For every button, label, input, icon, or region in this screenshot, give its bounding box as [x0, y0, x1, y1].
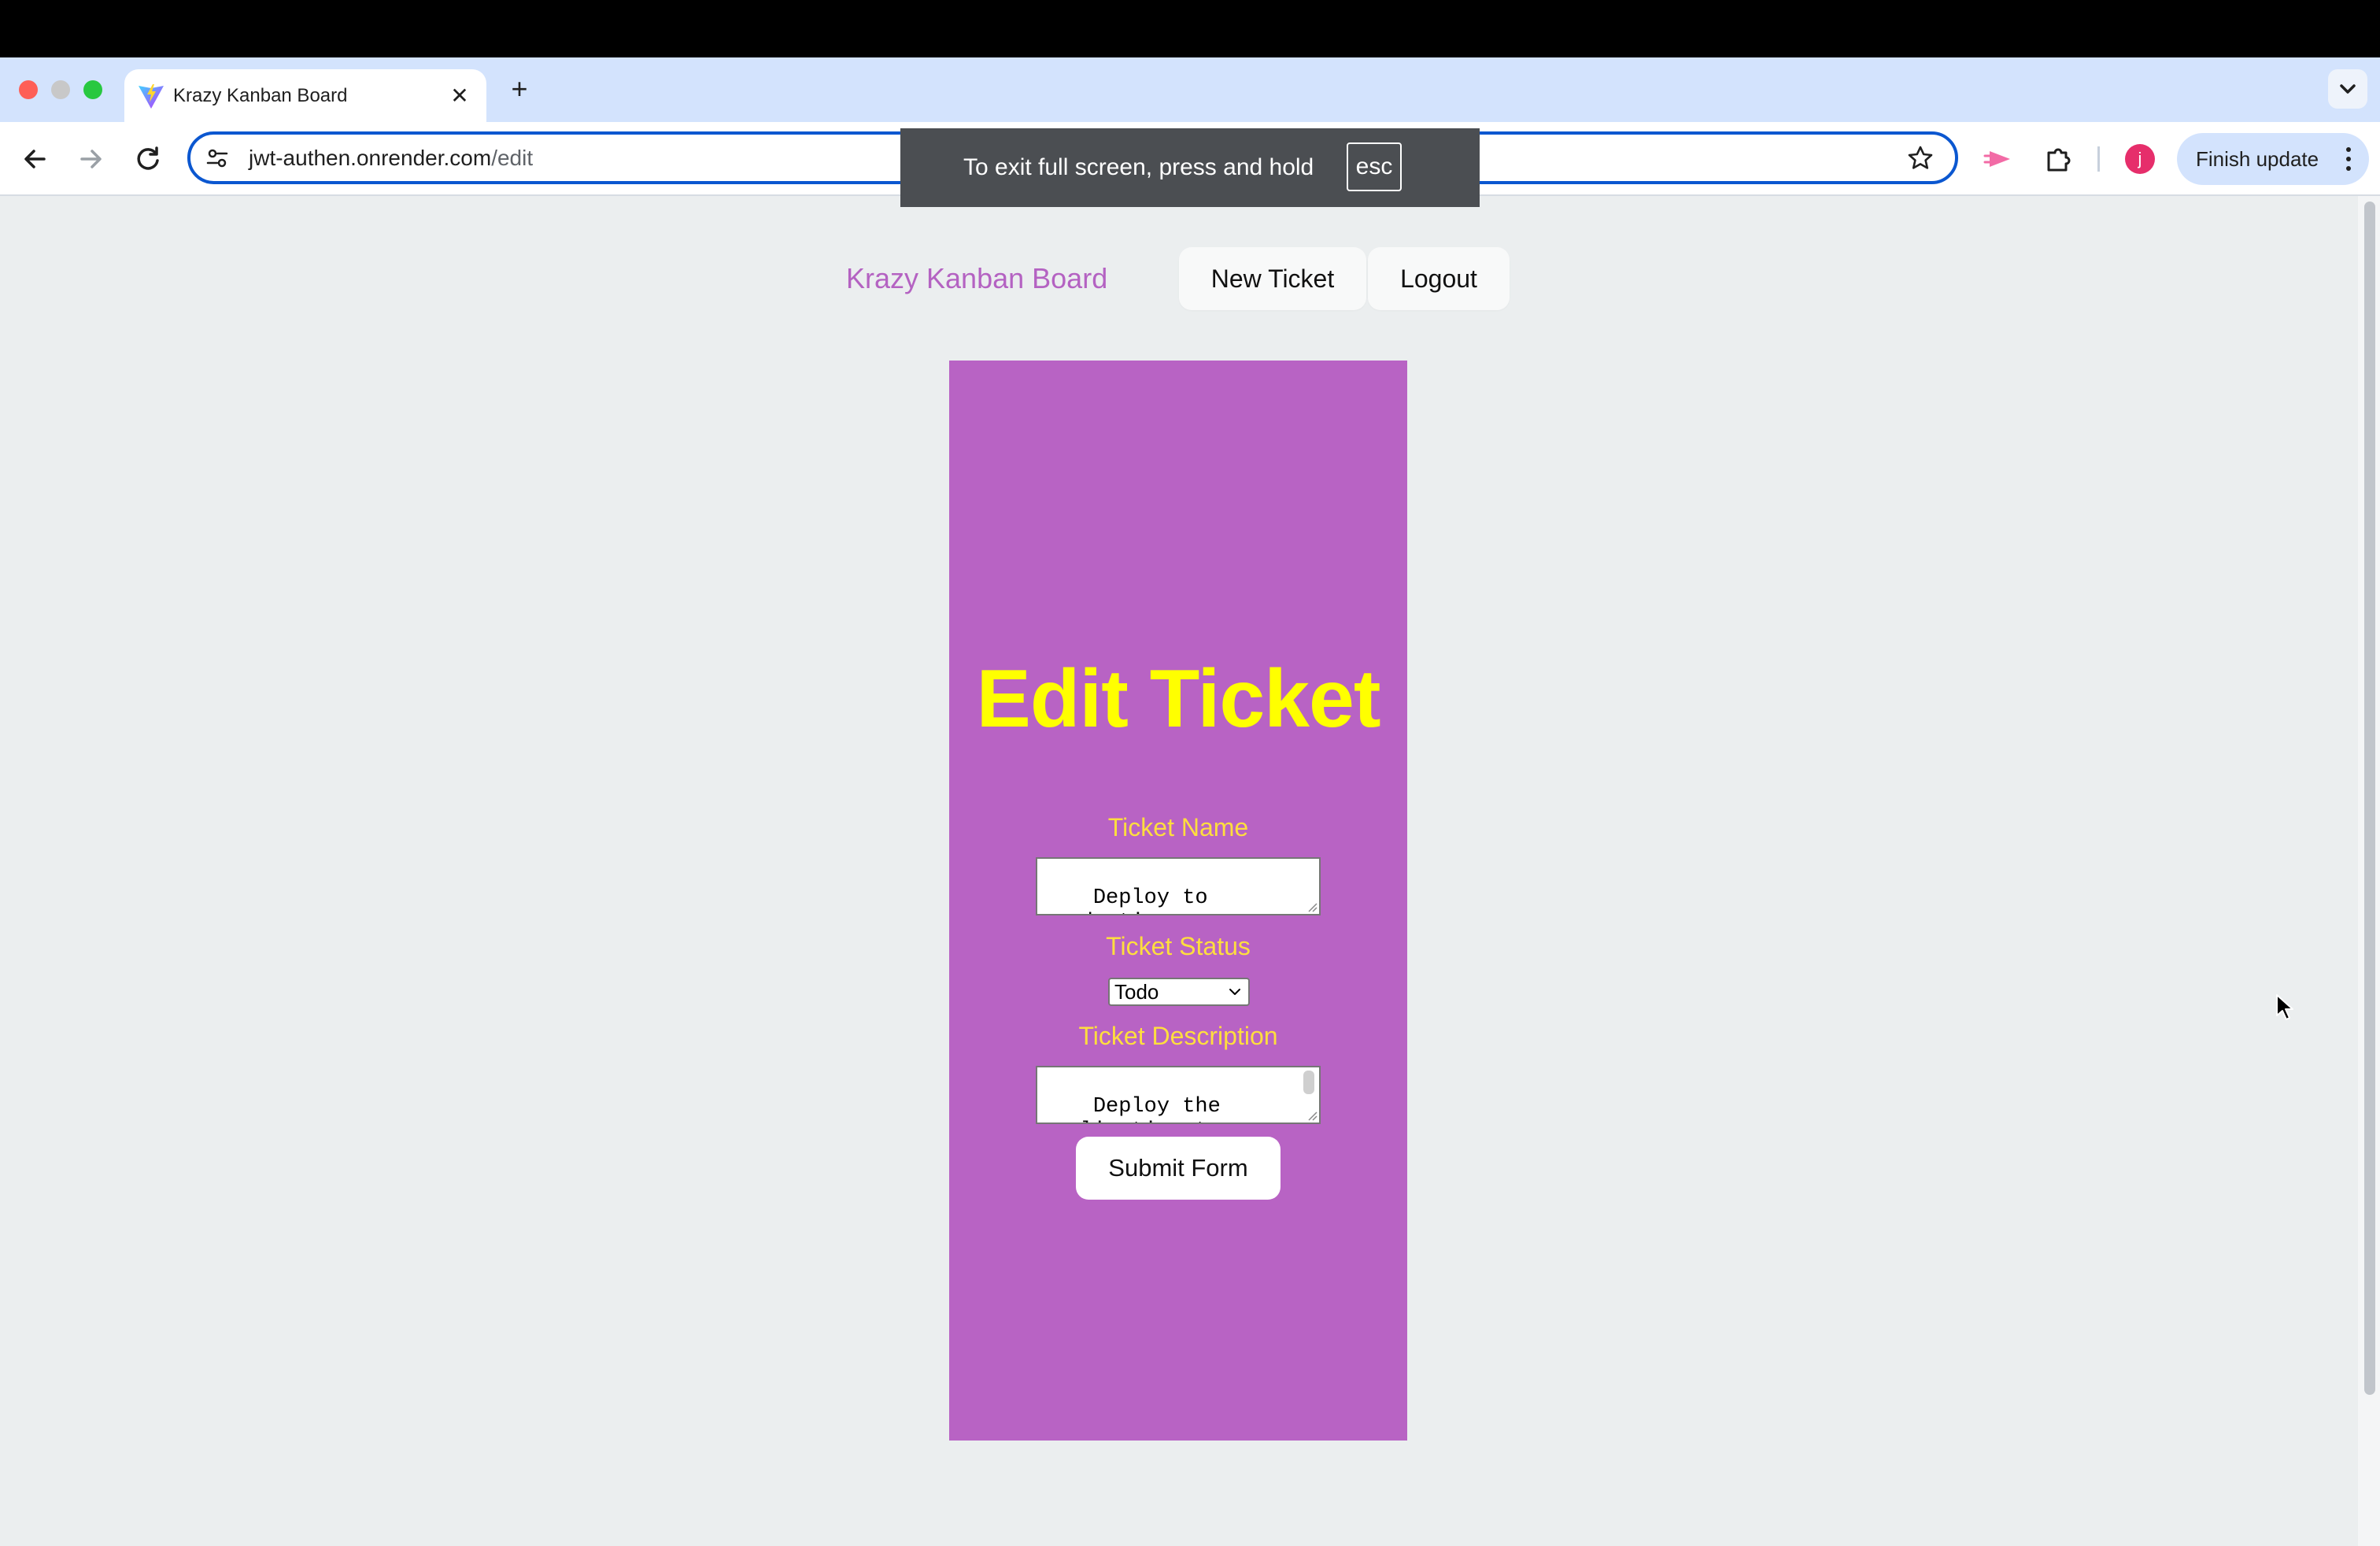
new-tab-button[interactable]: +: [504, 73, 535, 105]
ticket-description-value: Deploy the application to: [1042, 1095, 1221, 1123]
maximize-window-button[interactable]: [83, 80, 102, 99]
reload-icon[interactable]: [129, 140, 167, 178]
url-path: /edit: [491, 146, 534, 170]
ticket-name-input[interactable]: Deploy to production: [1036, 857, 1321, 915]
screen-record-extension-icon[interactable]: [1980, 140, 2018, 178]
brand-title[interactable]: Krazy Kanban Board: [846, 258, 1107, 299]
new-ticket-button[interactable]: New Ticket: [1179, 247, 1366, 310]
chevron-down-icon: [2340, 84, 2356, 94]
extensions-puzzle-icon[interactable]: [2041, 140, 2079, 178]
edit-ticket-form: Edit Ticket Ticket Name Deploy to produc…: [949, 361, 1407, 1441]
ticket-name-label: Ticket Name: [1107, 813, 1249, 841]
ticket-name-value: Deploy to production: [1042, 886, 1208, 914]
ticket-description-label: Ticket Description: [1078, 1022, 1278, 1050]
ticket-description-input[interactable]: Deploy the application to: [1036, 1066, 1321, 1124]
tab-search-button[interactable]: [2328, 69, 2367, 109]
os-menubar: [0, 0, 2380, 57]
finish-update-button[interactable]: Finish update: [2177, 133, 2369, 185]
logout-button[interactable]: Logout: [1368, 247, 1510, 310]
more-menu-icon: [2346, 147, 2351, 171]
ticket-status-value: Todo: [1114, 980, 1159, 1004]
page-scrollbar-thumb[interactable]: [2364, 202, 2375, 1395]
minimize-window-button[interactable]: [51, 80, 70, 99]
fullscreen-esc-key: esc: [1347, 142, 1402, 191]
ticket-status-select[interactable]: Todo: [1108, 978, 1250, 1006]
toolbar-separator: [2097, 146, 2100, 172]
finish-update-label: Finish update: [2196, 147, 2319, 171]
submit-form-button[interactable]: Submit Form: [1076, 1137, 1281, 1200]
chevron-down-icon: [1229, 989, 1240, 995]
forward-arrow-icon[interactable]: [72, 140, 110, 178]
fullscreen-notice: To exit full screen, press and hold esc: [900, 128, 1480, 207]
site-settings-icon[interactable]: [205, 146, 230, 171]
close-window-button[interactable]: [19, 80, 38, 99]
profile-avatar[interactable]: j: [2125, 144, 2155, 174]
mouse-pointer-icon: [2276, 994, 2293, 1020]
ticket-status-label: Ticket Status: [1106, 932, 1251, 960]
vite-favicon-icon: [139, 84, 164, 109]
tab-title: Krazy Kanban Board: [173, 85, 348, 106]
bookmark-star-icon[interactable]: [1906, 144, 1935, 172]
back-arrow-icon[interactable]: [16, 140, 54, 178]
resize-handle-icon[interactable]: [1306, 901, 1318, 912]
browser-tab[interactable]: Krazy Kanban Board ✕: [124, 69, 486, 122]
url-host: jwt-authen.onrender.com: [249, 146, 492, 170]
fullscreen-notice-text: To exit full screen, press and hold: [963, 154, 1314, 180]
tab-close-icon[interactable]: ✕: [444, 80, 475, 112]
description-scrollbar[interactable]: [1303, 1071, 1314, 1094]
form-heading: Edit Ticket: [976, 653, 1380, 745]
url-text[interactable]: jwt-authen.onrender.com/edit: [249, 144, 533, 172]
resize-handle-icon[interactable]: [1306, 1110, 1318, 1121]
